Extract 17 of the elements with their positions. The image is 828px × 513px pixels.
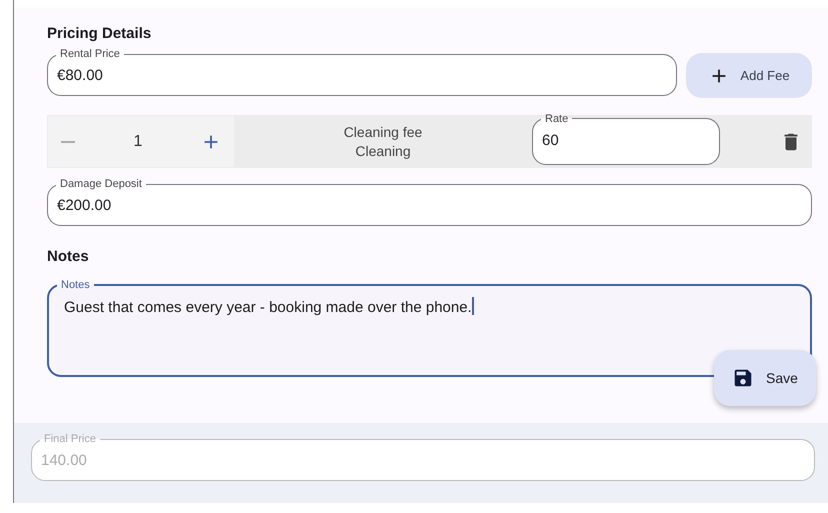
rate-field[interactable]: Rate 60 — [532, 112, 720, 164]
save-button[interactable]: Save — [714, 350, 816, 406]
rental-price-field[interactable]: Rental Price €80.00 — [47, 48, 677, 96]
field-label: Rental Price — [59, 48, 121, 60]
fee-name: Cleaning fee — [344, 124, 422, 140]
damage-deposit-field[interactable]: Damage Deposit €200.00 — [47, 178, 812, 226]
add-fee-button[interactable]: Add Fee — [686, 53, 812, 98]
quantity-value: 1 — [134, 132, 142, 150]
field-label: Damage Deposit — [59, 178, 143, 190]
field-label: Rate — [544, 112, 570, 124]
field-label: Notes — [60, 279, 91, 291]
minus-icon — [60, 140, 76, 142]
fee-type: Cleaning — [355, 143, 411, 159]
final-price-field: Final Price 140.00 — [31, 433, 815, 481]
section-heading: Pricing Details — [47, 25, 152, 44]
field-label: Final Price — [43, 433, 97, 445]
section-heading: Notes — [47, 248, 90, 267]
